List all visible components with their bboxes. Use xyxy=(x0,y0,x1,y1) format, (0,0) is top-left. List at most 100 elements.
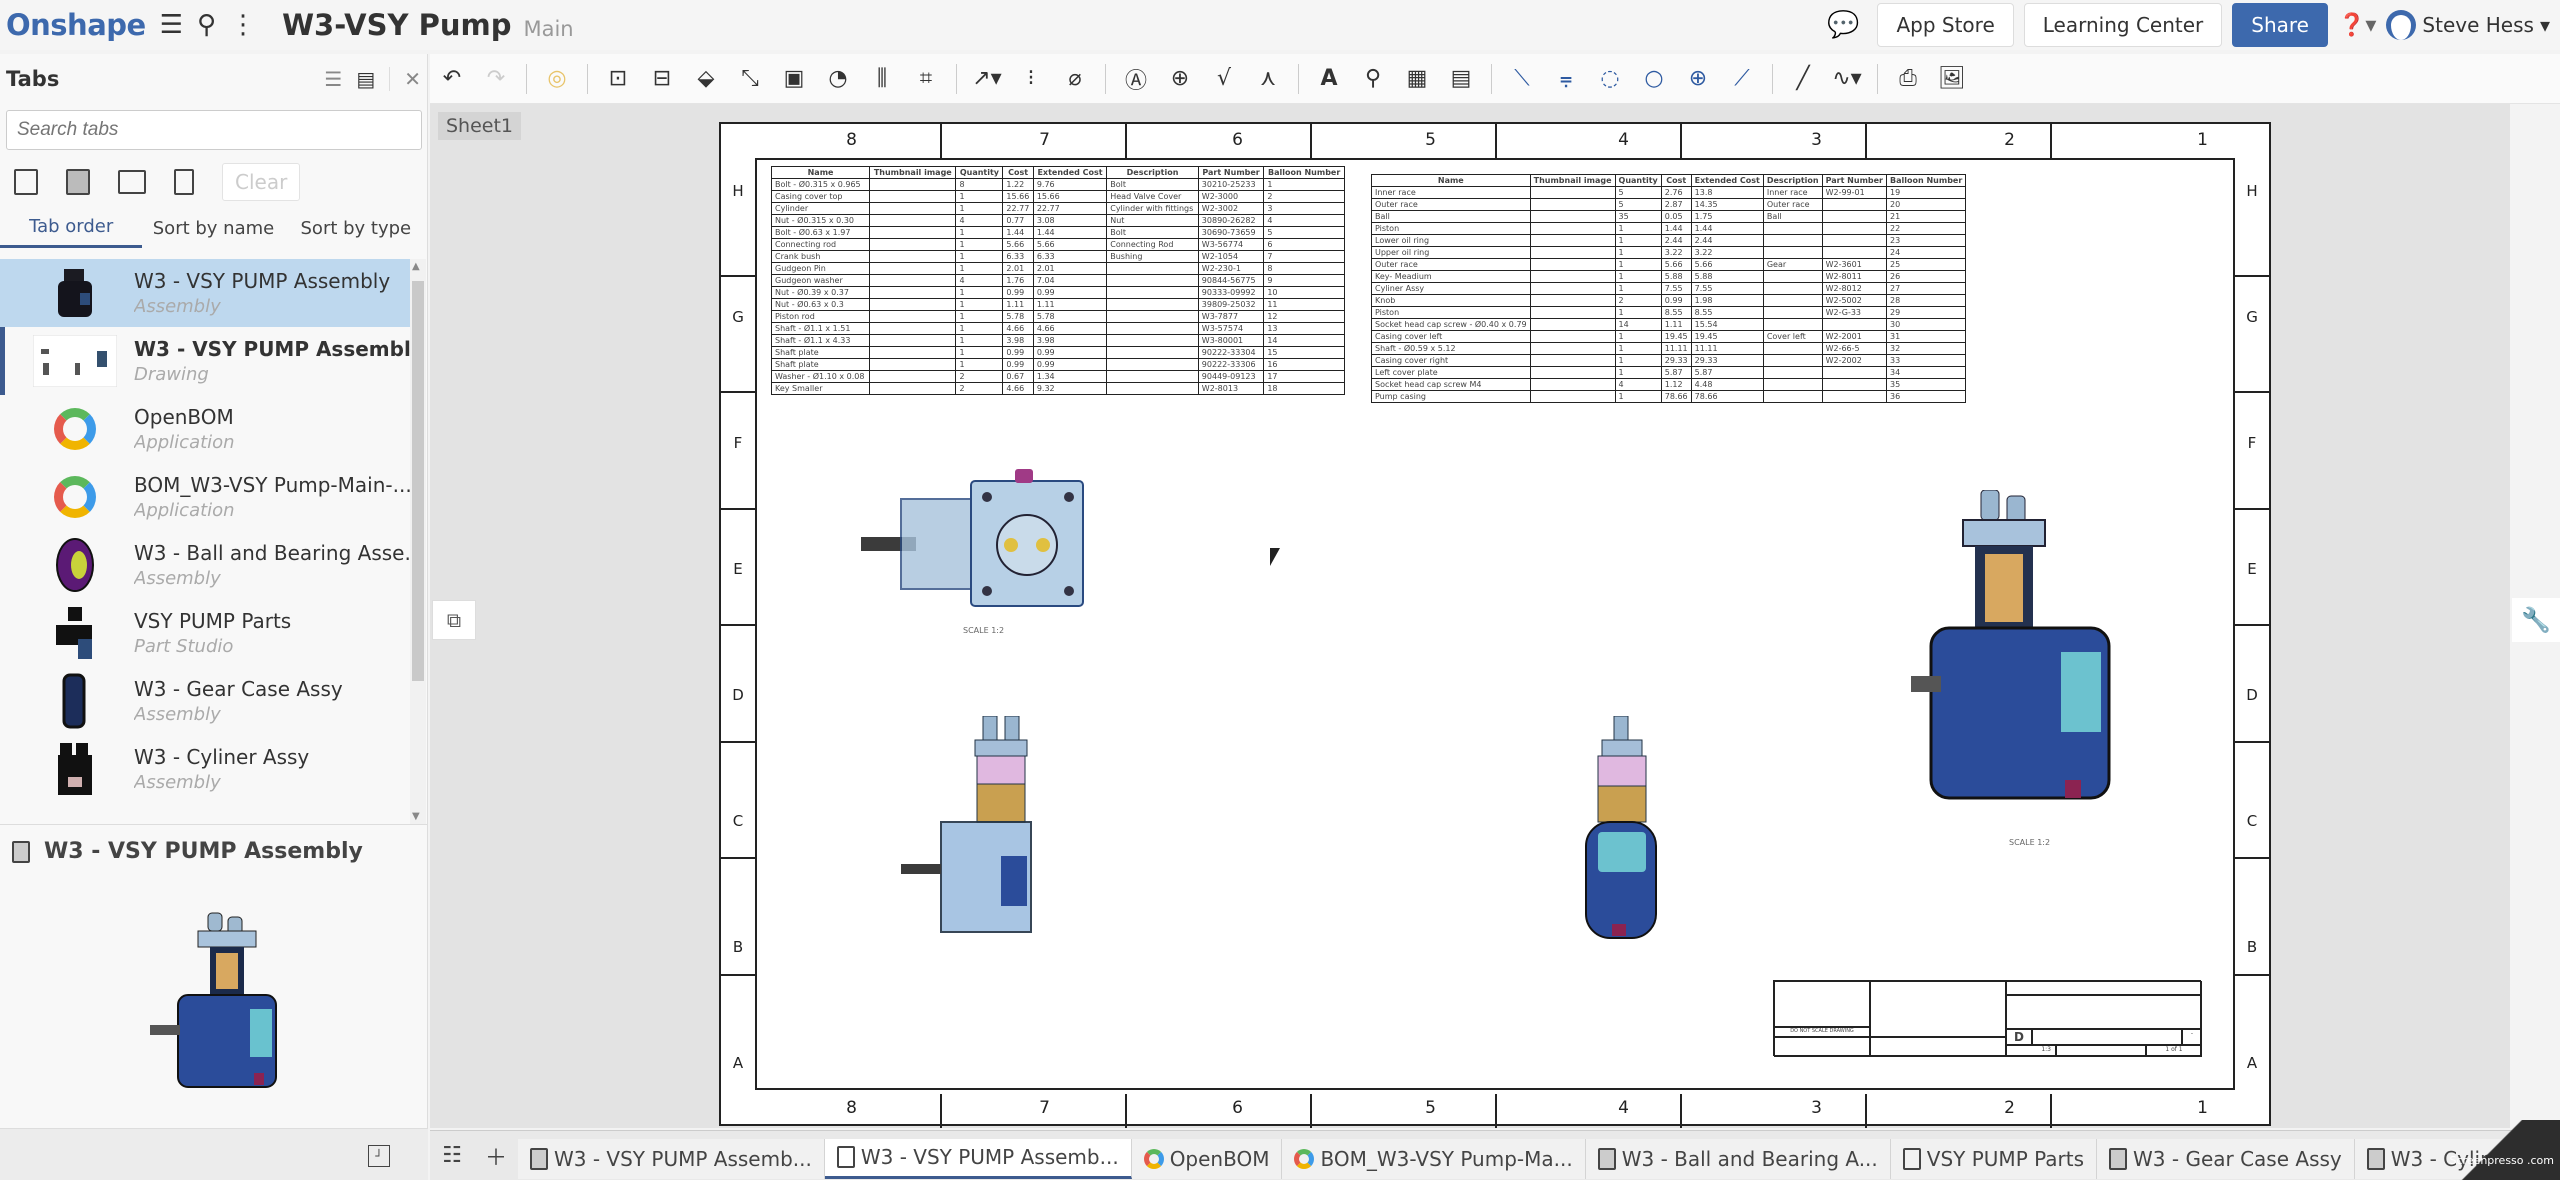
assembly-filter-icon[interactable] xyxy=(66,169,90,195)
drawing-sheet[interactable]: 8 7 6 5 4 3 2 1 8 7 6 5 4 3 2 1 H G F E … xyxy=(719,122,2271,1128)
break-view-icon[interactable]: ⫼ xyxy=(860,59,904,99)
onshape-logo[interactable]: Onshape xyxy=(6,8,146,42)
tab-sort-by-type[interactable]: Sort by type xyxy=(285,210,427,247)
table-row[interactable]: Piston 1 8.55 8.55 W2-G-33 29 xyxy=(1371,306,1967,319)
search-tabs-input[interactable] xyxy=(6,110,422,150)
table-row[interactable]: Upper oil ring 1 3.22 3.22 24 xyxy=(1371,246,1967,259)
list-item[interactable]: BOM_W3-VSY Pump-Main-... Application xyxy=(0,463,410,531)
geometric-tolerance-icon[interactable]: ⟋ xyxy=(1720,59,1764,99)
table-row[interactable]: Bolt - Ø0.63 x 1.97 1 1.44 1.44 Bolt 30690-73… xyxy=(770,226,1345,239)
centerline-icon[interactable]: ⟍ xyxy=(1500,59,1544,99)
weld-symbol-icon[interactable]: ⋏ xyxy=(1246,59,1290,99)
branch-label[interactable]: Main xyxy=(523,17,573,41)
ordinate-dimension-icon[interactable]: ⁝ xyxy=(1009,59,1053,99)
table-row[interactable]: Piston 1 1.44 1.44 22 xyxy=(1371,222,1967,235)
wrench-icon[interactable]: 🔧 xyxy=(2512,598,2560,642)
list-item[interactable]: W3 - Cyliner Assy Assembly xyxy=(0,735,410,803)
table-row[interactable]: Piston rod 1 5.78 5.78 W3-7877 12 xyxy=(770,310,1345,323)
note-icon[interactable]: A xyxy=(1307,59,1351,99)
help-icon[interactable]: ❓▾ xyxy=(2338,13,2376,38)
spline-icon[interactable]: ∿▾ xyxy=(1825,59,1869,99)
expand-panel-icon[interactable]: ┘ xyxy=(368,1144,390,1167)
end-view[interactable] xyxy=(1576,716,1676,946)
table-row[interactable]: Outer race 5 2.87 14.35 Outer race 20 xyxy=(1371,198,1967,211)
bom-table[interactable]: Name Thumbnail image Quantity Cost Extended … xyxy=(1371,174,1967,403)
scroll-up-icon[interactable]: ▲ xyxy=(412,261,420,272)
clear-button[interactable]: Clear xyxy=(222,163,301,201)
table-row[interactable]: Gudgeon washer 4 1.76 7.04 90844-56775 9 xyxy=(770,274,1345,287)
dimension-icon[interactable]: ↗▾ xyxy=(965,59,1009,99)
centermark-icon[interactable]: ⊕ xyxy=(1676,59,1720,99)
table-row[interactable]: Pump casing 1 78.66 78.66 36 xyxy=(1371,390,1967,403)
table-row[interactable]: Socket head cap screw M4 4 1.12 4.48 35 xyxy=(1371,378,1967,391)
scroll-thumb[interactable] xyxy=(412,281,424,681)
feature-control-frame-icon[interactable]: ⊕ xyxy=(1158,59,1202,99)
insert-icon[interactable]: ⋮ xyxy=(230,10,256,40)
table-row[interactable]: Nut - Ø0.315 x 0.30 4 0.77 3.08 Nut 30890-262… xyxy=(770,214,1345,227)
table-row[interactable]: Casing cover right 1 29.33 29.33 W2-2002 33 xyxy=(1371,354,1967,367)
tab-tab-order[interactable]: Tab order xyxy=(0,208,143,248)
learning-center-button[interactable]: Learning Center xyxy=(2023,3,2223,47)
midpoint-centerline-icon[interactable]: ⩦ xyxy=(1544,59,1588,99)
table-row[interactable]: Lower oil ring 1 2.44 2.44 23 xyxy=(1371,234,1967,247)
tab-sort-by-name[interactable]: Sort by name xyxy=(142,210,284,247)
document-tab[interactable]: W3 - Gear Case Assy xyxy=(2097,1138,2355,1179)
table-row[interactable]: Shaft - Ø1.1 x 4.33 1 3.98 3.98 W3-80001 14 xyxy=(770,334,1345,347)
update-icon[interactable]: ◎ xyxy=(535,59,579,99)
table-row[interactable]: Gudgeon Pin 1 2.01 2.01 W2-230-1 8 xyxy=(770,262,1345,275)
projected-view-icon[interactable]: ⊟ xyxy=(640,59,684,99)
document-tab[interactable]: W3 - Ball and Bearing A... xyxy=(1585,1138,1891,1179)
table-row[interactable]: Nut - Ø0.39 x 0.37 1 0.99 0.99 90333-09992 10 xyxy=(770,286,1345,299)
broken-out-section-icon[interactable]: ▣ xyxy=(772,59,816,99)
datum-icon[interactable]: Ⓐ xyxy=(1114,59,1158,99)
table-icon[interactable]: ▦ xyxy=(1395,59,1439,99)
bolt-circle-icon[interactable]: ◌ xyxy=(1588,59,1632,99)
table-row[interactable]: Outer race 1 5.66 5.66 Gear W2-3601 25 xyxy=(1371,258,1967,271)
auxiliary-view-icon[interactable]: ⬙ xyxy=(684,59,728,99)
list-item[interactable]: VSY PUMP Parts Part Studio xyxy=(0,599,410,667)
surface-finish-icon[interactable]: √ xyxy=(1202,59,1246,99)
table-row[interactable]: Washer - Ø1.10 x 0.08 2 0.67 1.34 90449-0912… xyxy=(770,370,1345,383)
document-filter-icon[interactable] xyxy=(174,169,194,195)
bom-table[interactable]: Name Thumbnail image Quantity Cost Extended … xyxy=(770,166,1345,395)
redo-icon[interactable]: ↷ xyxy=(474,59,518,99)
part-studio-filter-icon[interactable] xyxy=(14,169,38,195)
table-row[interactable]: Key Smaller 2 4.66 9.32 W2-8013 18 xyxy=(770,382,1345,395)
table-row[interactable]: Ball 35 0.05 1.75 Ball 21 xyxy=(1371,210,1967,223)
sheet-tab[interactable]: Sheet1 xyxy=(438,112,522,140)
list-item[interactable]: W3 - Right Cover Assy xyxy=(0,803,410,824)
table-row[interactable]: Shaft plate 1 0.99 0.99 90222-33304 15 xyxy=(770,346,1345,359)
hole-callout-icon[interactable]: ⌀ xyxy=(1053,59,1097,99)
side-view[interactable] xyxy=(901,716,1061,946)
close-icon[interactable]: ✕ xyxy=(389,67,421,91)
document-tab[interactable]: BOM_W3-VSY Pump-Ma... xyxy=(1282,1138,1586,1179)
feature-list-icon[interactable]: ⚲ xyxy=(197,10,216,40)
table-row[interactable]: Shaft - Ø1.1 x 1.51 1 4.66 4.66 W3-57574 13 xyxy=(770,322,1345,335)
user-menu[interactable]: Steve Hess ▾ xyxy=(2386,10,2550,40)
insert-image-icon[interactable]: 🖼 xyxy=(1930,59,1974,99)
table-row[interactable]: Key- Meadium 1 5.88 5.88 W2-8011 26 xyxy=(1371,270,1967,283)
table-row[interactable]: Cyliner Assy 1 7.55 7.55 W2-8012 27 xyxy=(1371,282,1967,295)
table-row[interactable]: Bolt - Ø0.315 x 0.965 8 1.22 9.76 Bolt 30210-… xyxy=(770,178,1345,191)
document-tab[interactable]: W3 - VSY PUMP Assemb... xyxy=(518,1138,825,1179)
export-dxf-icon[interactable]: ⎙ xyxy=(1886,59,1930,99)
document-title[interactable]: W3-VSY Pump xyxy=(282,8,511,42)
isometric-view[interactable] xyxy=(1911,490,2131,820)
undo-icon[interactable]: ↶ xyxy=(430,59,474,99)
table-row[interactable]: Inner race 5 2.76 13.8 Inner race W2-99-01 19 xyxy=(1371,186,1967,199)
view-panel-icon[interactable]: ⧉ xyxy=(432,600,476,640)
table-row[interactable]: Casing cover left 1 19.45 19.45 Cover left W2… xyxy=(1371,330,1967,343)
table-row[interactable]: Cylinder 1 22.77 22.77 Cylinder with fitting… xyxy=(770,202,1345,215)
table-row[interactable]: Left cover plate 1 5.87 5.87 34 xyxy=(1371,366,1967,379)
tabs-scrollbar[interactable]: ▲ ▼ xyxy=(410,259,426,824)
list-item[interactable]: W3 - VSY PUMP Assembly ... Drawing xyxy=(0,327,410,395)
share-button[interactable]: Share xyxy=(2232,3,2328,47)
table-row[interactable]: Knob 2 0.99 1.98 W2-5002 28 xyxy=(1371,294,1967,307)
front-view[interactable] xyxy=(861,469,1091,624)
document-tab[interactable]: OpenBOM xyxy=(1131,1138,1283,1179)
scroll-down-icon[interactable]: ▼ xyxy=(412,811,420,822)
table-row[interactable]: Crank bush 1 6.33 6.33 Bushing W2-1054 7 xyxy=(770,250,1345,263)
list-item[interactable]: OpenBOM Application xyxy=(0,395,410,463)
comment-icon[interactable]: 💬 xyxy=(1827,10,1859,40)
table-row[interactable]: Connecting rod 1 5.66 5.66 Connecting Rod W3-… xyxy=(770,238,1345,251)
